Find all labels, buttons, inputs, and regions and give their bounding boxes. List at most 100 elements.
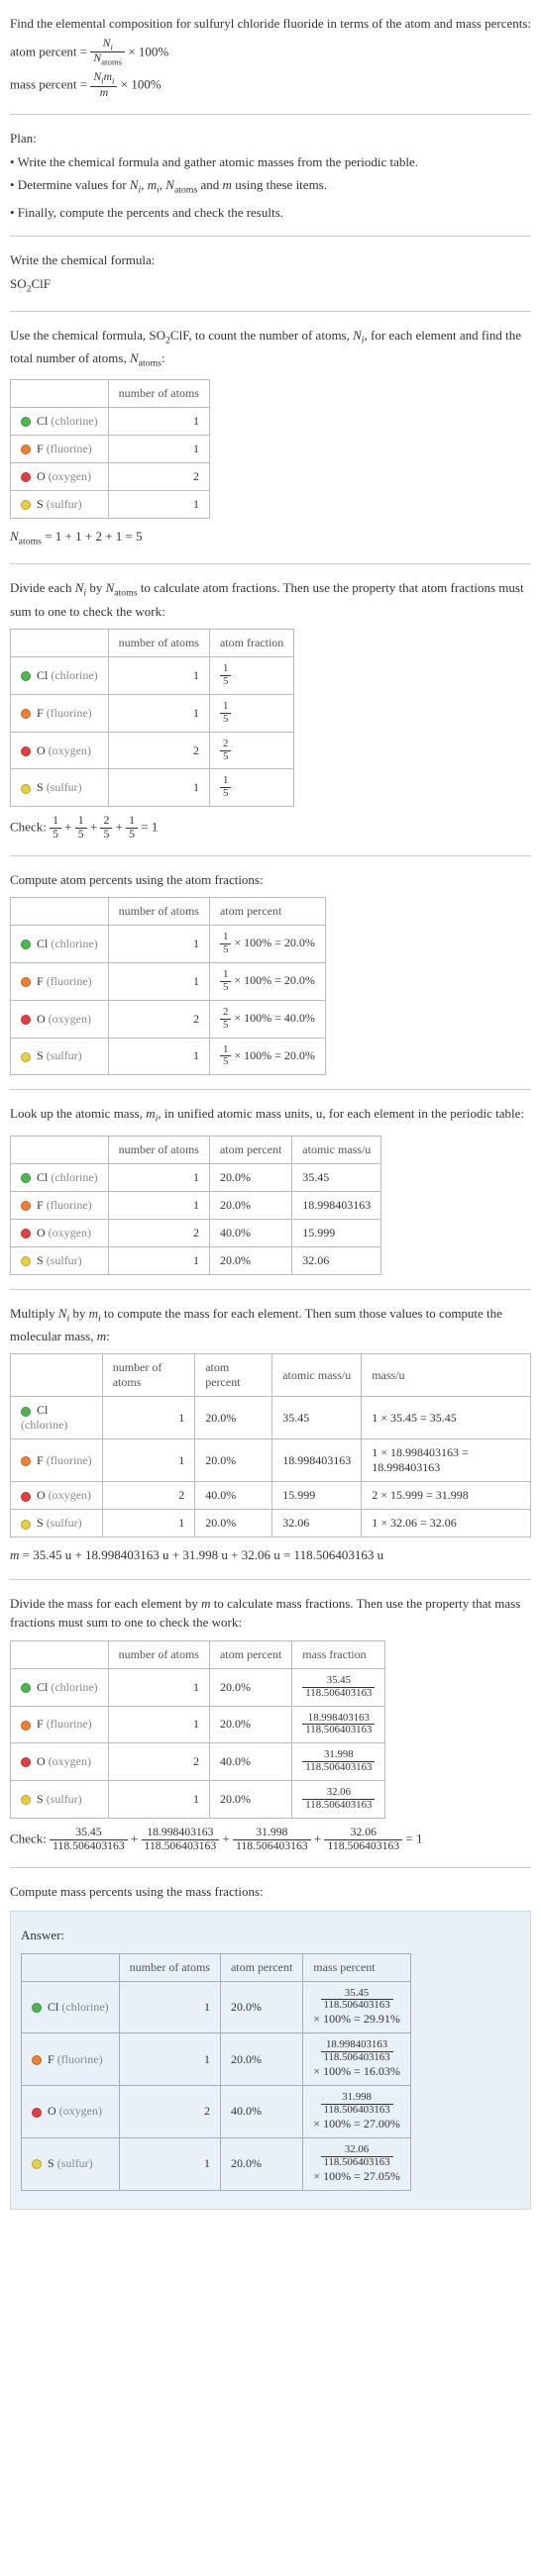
element-dot (21, 417, 31, 427)
atomic-mass-text: Look up the atomic mass, mi, in unified … (10, 1104, 531, 1127)
element-cell: S (sulfur) (11, 491, 109, 519)
element-cell: S (sulfur) (11, 1038, 109, 1075)
divider (10, 1579, 531, 1580)
mol-mass-table: number of atomsatom percentatomic mass/u… (10, 1353, 531, 1537)
element-dot (21, 1683, 31, 1693)
chemical-formula: SO2ClF (10, 274, 531, 297)
table-row: Cl (chlorine)120.0%35.45118.506403163 (11, 1668, 385, 1706)
element-cell: O (oxygen) (11, 732, 109, 769)
element-dot (21, 1201, 31, 1211)
table-row: S (sulfur)120.0%32.06118.506403163 (11, 1781, 385, 1819)
element-dot (21, 1492, 31, 1502)
divider (10, 236, 531, 237)
element-cell: O (oxygen) (11, 1000, 109, 1038)
divider (10, 1867, 531, 1868)
element-dot (21, 1173, 31, 1183)
mass-fractions-table: number of atomsatom percentmass fraction… (10, 1640, 385, 1819)
table-row: O (oxygen)240.0%15.9992 × 15.999 = 31.99… (11, 1482, 531, 1510)
element-dot (21, 1015, 31, 1025)
atom-fractions-text: Divide each Ni by Natoms to calculate at… (10, 578, 531, 621)
element-dot (21, 709, 31, 719)
intro-text: Find the elemental composition for sulfu… (10, 14, 531, 34)
element-dot (21, 1229, 31, 1238)
mass-percent-formula: mass percent = Nimim × 100% (10, 71, 531, 100)
table-row: Cl (chlorine)1 (11, 408, 210, 436)
element-cell: F (fluorine) (11, 1439, 103, 1482)
table-row: F (fluorine)120.0%18.998403163 (11, 1191, 381, 1219)
element-dot (21, 746, 31, 756)
plan-b2: • Determine values for Ni, mi, Natoms an… (10, 175, 531, 198)
table-row: O (oxygen)240.0%15.999 (11, 1219, 381, 1246)
table-row: O (oxygen)240.0%31.998118.506403163× 100… (22, 2086, 411, 2138)
element-cell: F (fluorine) (22, 2033, 120, 2086)
element-cell: S (sulfur) (22, 2137, 120, 2190)
mass-fractions-text: Divide the mass for each element by m to… (10, 1594, 531, 1633)
answer-label: Answer: (21, 1926, 520, 1945)
element-dot (21, 784, 31, 794)
count-atoms-text: Use the chemical formula, SO2ClF, to cou… (10, 326, 531, 371)
element-cell: O (oxygen) (11, 1219, 109, 1246)
element-dot (21, 1757, 31, 1767)
element-cell: O (oxygen) (11, 1743, 109, 1781)
element-dot (32, 2003, 42, 2013)
n-atoms-eq: Natoms = 1 + 1 + 2 + 1 = 5 (10, 527, 531, 549)
element-dot (21, 1721, 31, 1731)
table-row: S (sulfur)120.0%32.061 × 32.06 = 32.06 (11, 1510, 531, 1537)
plan-b3: • Finally, compute the percents and chec… (10, 203, 531, 223)
element-cell: S (sulfur) (11, 1510, 103, 1537)
table-row: Cl (chlorine)120.0%35.45118.506403163× 1… (22, 1981, 411, 2033)
plan-b1: • Write the chemical formula and gather … (10, 152, 531, 172)
divider (10, 1089, 531, 1090)
table-row: Cl (chlorine)120.0%35.451 × 35.45 = 35.4… (11, 1397, 531, 1439)
atom-fraction-check: Check: 15 + 15 + 25 + 15 = 1 (10, 815, 531, 842)
table-row: Cl (chlorine)115 × 100% = 20.0% (11, 926, 326, 963)
element-dot (21, 1456, 31, 1466)
answer-table: number of atomsatom percentmass percent … (21, 1953, 411, 2191)
element-dot (21, 1795, 31, 1805)
table-row: F (fluorine)1 (11, 436, 210, 463)
plan-heading: Plan: (10, 129, 531, 149)
divider (10, 114, 531, 115)
element-cell: F (fluorine) (11, 1706, 109, 1743)
element-cell: S (sulfur) (11, 769, 109, 807)
atom-percents-table: number of atomsatom percent Cl (chlorine… (10, 897, 326, 1075)
element-cell: S (sulfur) (11, 1246, 109, 1274)
answer-box: Answer: number of atomsatom percentmass … (10, 1911, 531, 2210)
element-cell: Cl (chlorine) (11, 1668, 109, 1706)
element-cell: O (oxygen) (11, 1482, 103, 1510)
atomic-mass-table: number of atomsatom percentatomic mass/u… (10, 1136, 381, 1275)
element-cell: Cl (chlorine) (11, 408, 109, 436)
table-row: F (fluorine)115 × 100% = 20.0% (11, 963, 326, 1001)
element-cell: Cl (chlorine) (11, 657, 109, 695)
mol-mass-text: Multiply Ni by mi to compute the mass fo… (10, 1304, 531, 1346)
divider (10, 563, 531, 564)
element-dot (21, 500, 31, 510)
divider (10, 855, 531, 856)
element-cell: Cl (chlorine) (11, 1397, 103, 1439)
m-eq: m = 35.45 u + 18.998403163 u + 31.998 u … (10, 1545, 531, 1565)
atom-fractions-table: number of atomsatom fraction Cl (chlorin… (10, 629, 294, 807)
table-row: S (sulfur)115 (11, 769, 294, 807)
element-cell: F (fluorine) (11, 436, 109, 463)
element-cell: S (sulfur) (11, 1781, 109, 1819)
mass-percents-text: Compute mass percents using the mass fra… (10, 1882, 531, 1902)
element-dot (32, 2108, 42, 2118)
table-row: O (oxygen)240.0%31.998118.506403163 (11, 1743, 385, 1781)
table-row: Cl (chlorine)120.0%35.45 (11, 1163, 381, 1191)
write-formula-heading: Write the chemical formula: (10, 250, 531, 270)
element-dot (21, 472, 31, 482)
table-row: S (sulfur)120.0%32.06 (11, 1246, 381, 1274)
element-dot (21, 977, 31, 987)
table-row: F (fluorine)120.0%18.998403163118.506403… (22, 2033, 411, 2086)
element-dot (21, 940, 31, 949)
divider (10, 1289, 531, 1290)
table-row: O (oxygen)225 × 100% = 40.0% (11, 1000, 326, 1038)
table-row: S (sulfur)120.0%32.06118.506403163× 100%… (22, 2137, 411, 2190)
element-dot (21, 1520, 31, 1530)
element-cell: Cl (chlorine) (22, 1981, 120, 2033)
atom-percent-formula: atom percent = NiNatoms × 100% (10, 38, 531, 68)
element-cell: O (oxygen) (22, 2086, 120, 2138)
table-row: S (sulfur)1 (11, 491, 210, 519)
element-dot (32, 2055, 42, 2065)
element-cell: F (fluorine) (11, 1191, 109, 1219)
